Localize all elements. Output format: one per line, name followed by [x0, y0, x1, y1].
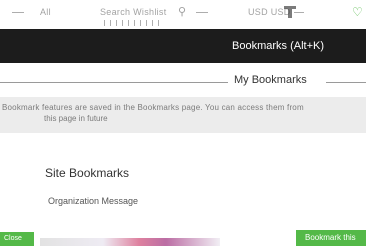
cart-icon[interactable] — [284, 6, 296, 20]
bookmark-this-button[interactable]: Bookmark this — [296, 230, 366, 246]
bookmarks-header: Bookmarks (Alt+K) — [0, 29, 366, 63]
section-divider — [326, 82, 366, 83]
search-input-underline — [104, 20, 164, 26]
toolbar-divider — [196, 12, 208, 13]
bookmarks-header-title[interactable]: Bookmarks (Alt+K) — [232, 40, 324, 52]
heart-icon[interactable]: ♡ — [352, 5, 363, 19]
all-categories-dropdown[interactable]: All — [40, 7, 51, 17]
decorative-banner — [40, 238, 220, 246]
toolbar-divider — [294, 12, 304, 13]
search-icon[interactable]: ⚲ — [178, 5, 186, 19]
my-bookmarks-label: My Bookmarks — [234, 74, 307, 86]
site-bookmarks-title: Site Bookmarks — [45, 166, 130, 180]
toolbar-divider — [12, 12, 24, 13]
close-button[interactable]: Close — [0, 232, 34, 246]
info-message-line: Bookmark features are saved in the Bookm… — [2, 103, 304, 112]
organization-message: Organization Message — [48, 196, 139, 206]
info-message: Bookmark features are saved in the Bookm… — [0, 97, 366, 133]
section-divider — [0, 82, 228, 83]
info-message-line: this page in future — [44, 114, 108, 123]
search-input[interactable]: Search Wishlist — [100, 7, 167, 17]
top-toolbar: All Search Wishlist ⚲ USD USD ♡ — [0, 0, 366, 26]
